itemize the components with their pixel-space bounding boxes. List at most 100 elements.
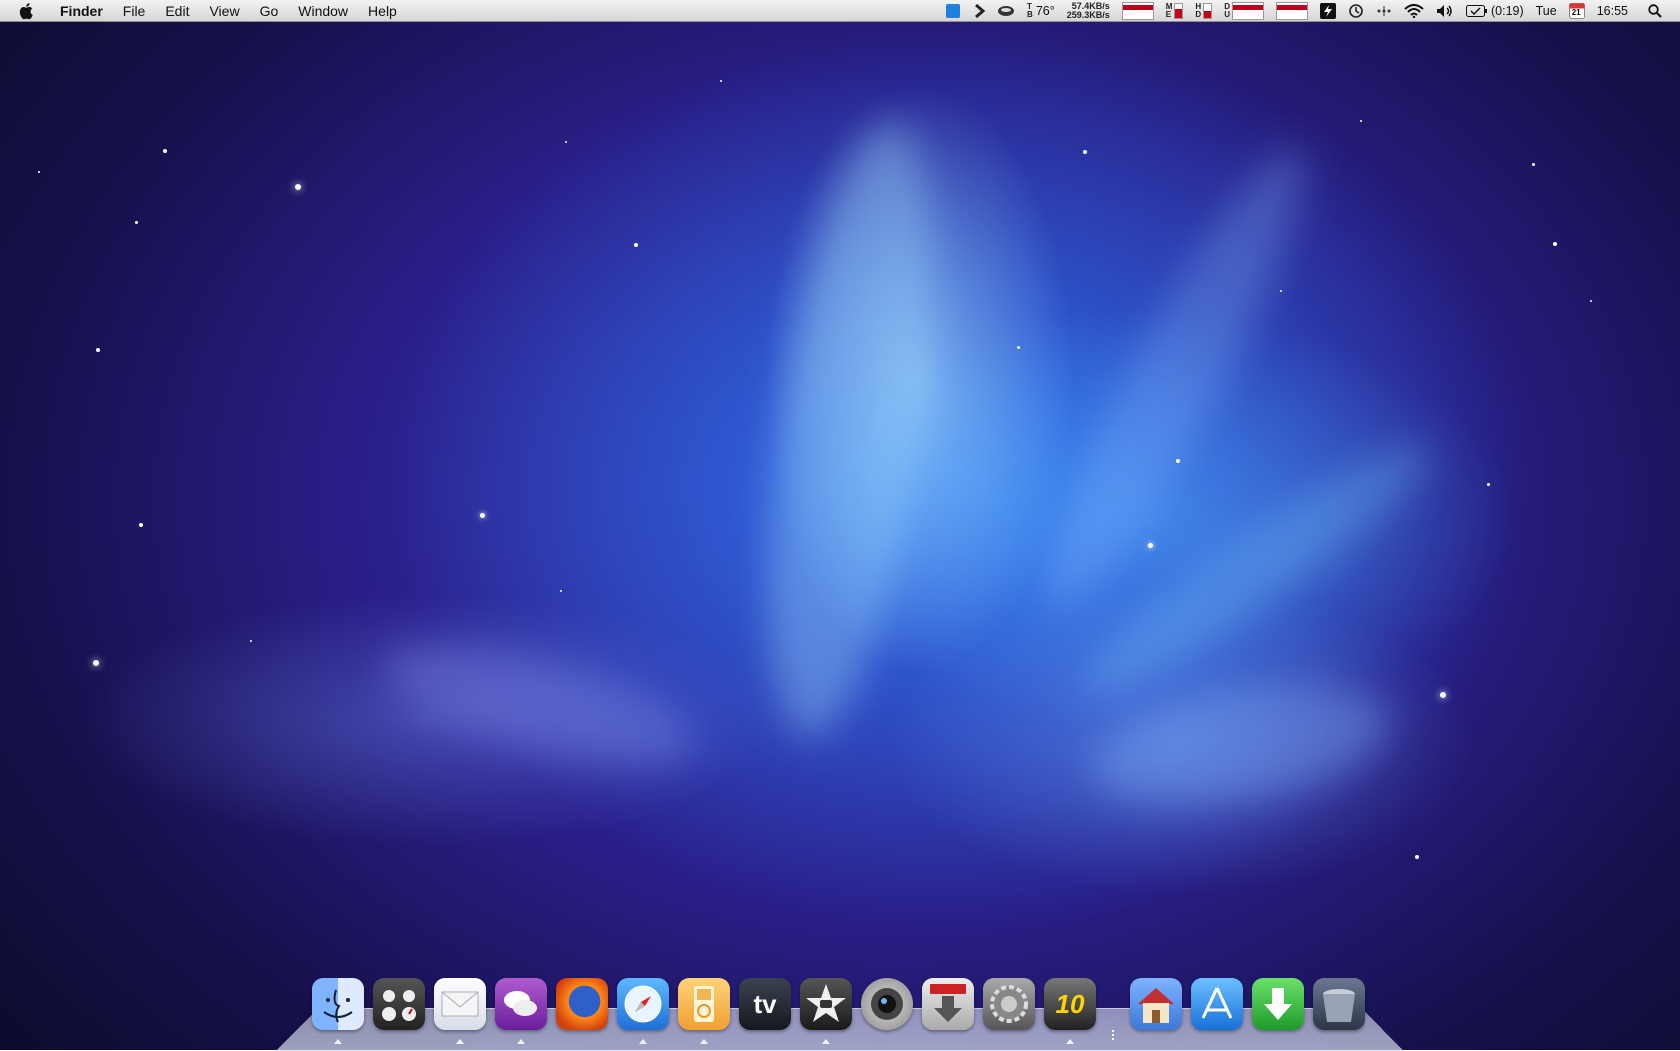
- volume-icon[interactable]: [1436, 4, 1454, 18]
- dock-app-chat[interactable]: [495, 978, 547, 1044]
- imovie-star-icon: [806, 984, 846, 1022]
- star: [560, 590, 562, 592]
- wifi-icon[interactable]: [1404, 3, 1424, 18]
- dock-app-camera[interactable]: [861, 978, 913, 1030]
- network-download-speed: 259.3KB/s: [1066, 9, 1110, 20]
- activity-graph-icon[interactable]: [1275, 1, 1308, 20]
- time-machine-icon[interactable]: [1348, 3, 1364, 19]
- dock-stack-home[interactable]: [1130, 978, 1182, 1030]
- calendar-date: 21: [1571, 7, 1581, 17]
- trash-icon: [1323, 989, 1355, 1022]
- dock-app-firefox[interactable]: [556, 978, 608, 1030]
- star: [1148, 543, 1153, 548]
- star: [139, 523, 143, 527]
- menu-file[interactable]: File: [113, 0, 156, 22]
- star: [93, 660, 99, 666]
- tv-icon: tv: [753, 988, 777, 1019]
- aurora-beam: [1062, 420, 1448, 720]
- battery-status[interactable]: (0:19): [1465, 4, 1524, 18]
- home-icon: [1138, 988, 1174, 1023]
- star: [295, 184, 301, 190]
- dock-app-tv[interactable]: tv: [739, 978, 791, 1030]
- memory-meter-icon[interactable]: ME: [1166, 2, 1184, 19]
- menu-window[interactable]: Window: [288, 0, 358, 22]
- apple-menu-icon[interactable]: [18, 2, 36, 20]
- finder-icon: [323, 989, 353, 1023]
- gear-icon: [990, 985, 1028, 1023]
- dock-app-transmission[interactable]: [922, 978, 974, 1030]
- chat-icon: [504, 991, 537, 1016]
- star: [1415, 855, 1419, 859]
- dock-app-mail[interactable]: [434, 978, 486, 1044]
- star: [1590, 300, 1592, 302]
- dock-app-safari[interactable]: [617, 978, 669, 1044]
- dashboard-icon: [382, 990, 416, 1021]
- star: [135, 221, 138, 224]
- menu-help[interactable]: Help: [358, 0, 407, 22]
- dock-stack-app-store[interactable]: [1191, 978, 1243, 1030]
- star: [96, 348, 100, 352]
- temperature-value: 76°: [1035, 3, 1055, 18]
- menu-go[interactable]: Go: [250, 0, 289, 22]
- aurora-beam: [1013, 129, 1337, 631]
- cpu-graph-icon[interactable]: [1121, 1, 1154, 20]
- network-speed[interactable]: 57.4KB/s 259.3KB/s: [1066, 1, 1110, 20]
- disk-meter-icon[interactable]: HD: [1195, 2, 1213, 19]
- game-10-icon: 10: [1055, 988, 1085, 1019]
- disk-activity-graph-icon[interactable]: DU: [1224, 1, 1264, 20]
- star: [1017, 346, 1020, 349]
- dock-app-istat[interactable]: [373, 978, 425, 1030]
- dock-stack-trash[interactable]: [1313, 978, 1365, 1030]
- star: [1360, 120, 1362, 122]
- dock: tv 10: [312, 974, 1374, 1044]
- menubar-day[interactable]: Tue: [1536, 4, 1557, 18]
- dock-app-game[interactable]: 10: [1044, 978, 1096, 1044]
- star: [1280, 290, 1282, 292]
- desktop-wallpaper: [0, 0, 1680, 1050]
- star: [720, 80, 722, 82]
- sensor-icon: TB: [1027, 1, 1033, 19]
- star: [1532, 163, 1535, 166]
- bluetooth-dots-icon[interactable]: [1376, 5, 1392, 17]
- menu-edit[interactable]: Edit: [155, 0, 199, 22]
- dock-separator: [1105, 978, 1121, 1040]
- camera-lens-icon: [871, 988, 903, 1020]
- dock-app-imovie[interactable]: [800, 978, 852, 1044]
- menubar-clock[interactable]: 16:55: [1597, 4, 1628, 18]
- star: [565, 141, 567, 143]
- dropbox-icon[interactable]: [945, 3, 961, 19]
- calendar-icon[interactable]: 21: [1568, 2, 1585, 19]
- dock-app-finder[interactable]: [312, 978, 364, 1044]
- ipod-icon: [694, 986, 714, 1022]
- dock-app-itunes[interactable]: [678, 978, 730, 1044]
- menu-view[interactable]: View: [199, 0, 249, 22]
- bolt-icon[interactable]: [1319, 2, 1336, 19]
- star: [1083, 150, 1087, 154]
- cpu-fan-icon[interactable]: [997, 4, 1015, 18]
- downloads-icon: [1264, 988, 1292, 1020]
- download-arrow-icon: [930, 984, 966, 1022]
- star: [250, 640, 252, 642]
- aurora-beam: [373, 620, 707, 790]
- chevron-right-icon[interactable]: [973, 3, 986, 18]
- menu-app-finder[interactable]: Finder: [50, 0, 113, 22]
- spotlight-search-icon[interactable]: [1648, 3, 1662, 18]
- star: [1553, 242, 1557, 246]
- temperature-readout[interactable]: TB 76°: [1027, 1, 1055, 19]
- star: [480, 513, 485, 518]
- mail-icon: [441, 991, 479, 1017]
- star: [163, 149, 167, 153]
- dock-app-system-preferences[interactable]: [983, 978, 1035, 1030]
- star: [1176, 459, 1180, 463]
- battery-icon: [1465, 4, 1487, 17]
- star: [1440, 692, 1446, 698]
- aurora-beam: [1082, 664, 1398, 826]
- aurora-beam: [737, 113, 963, 747]
- star: [634, 243, 638, 247]
- safari-icon: [624, 985, 662, 1023]
- star: [38, 171, 40, 173]
- dock-stack-downloads[interactable]: [1252, 978, 1304, 1030]
- app-store-icon: [1201, 987, 1233, 1019]
- menubar: Finder File Edit View Go Window Help TB …: [0, 0, 1680, 22]
- star: [1487, 483, 1490, 486]
